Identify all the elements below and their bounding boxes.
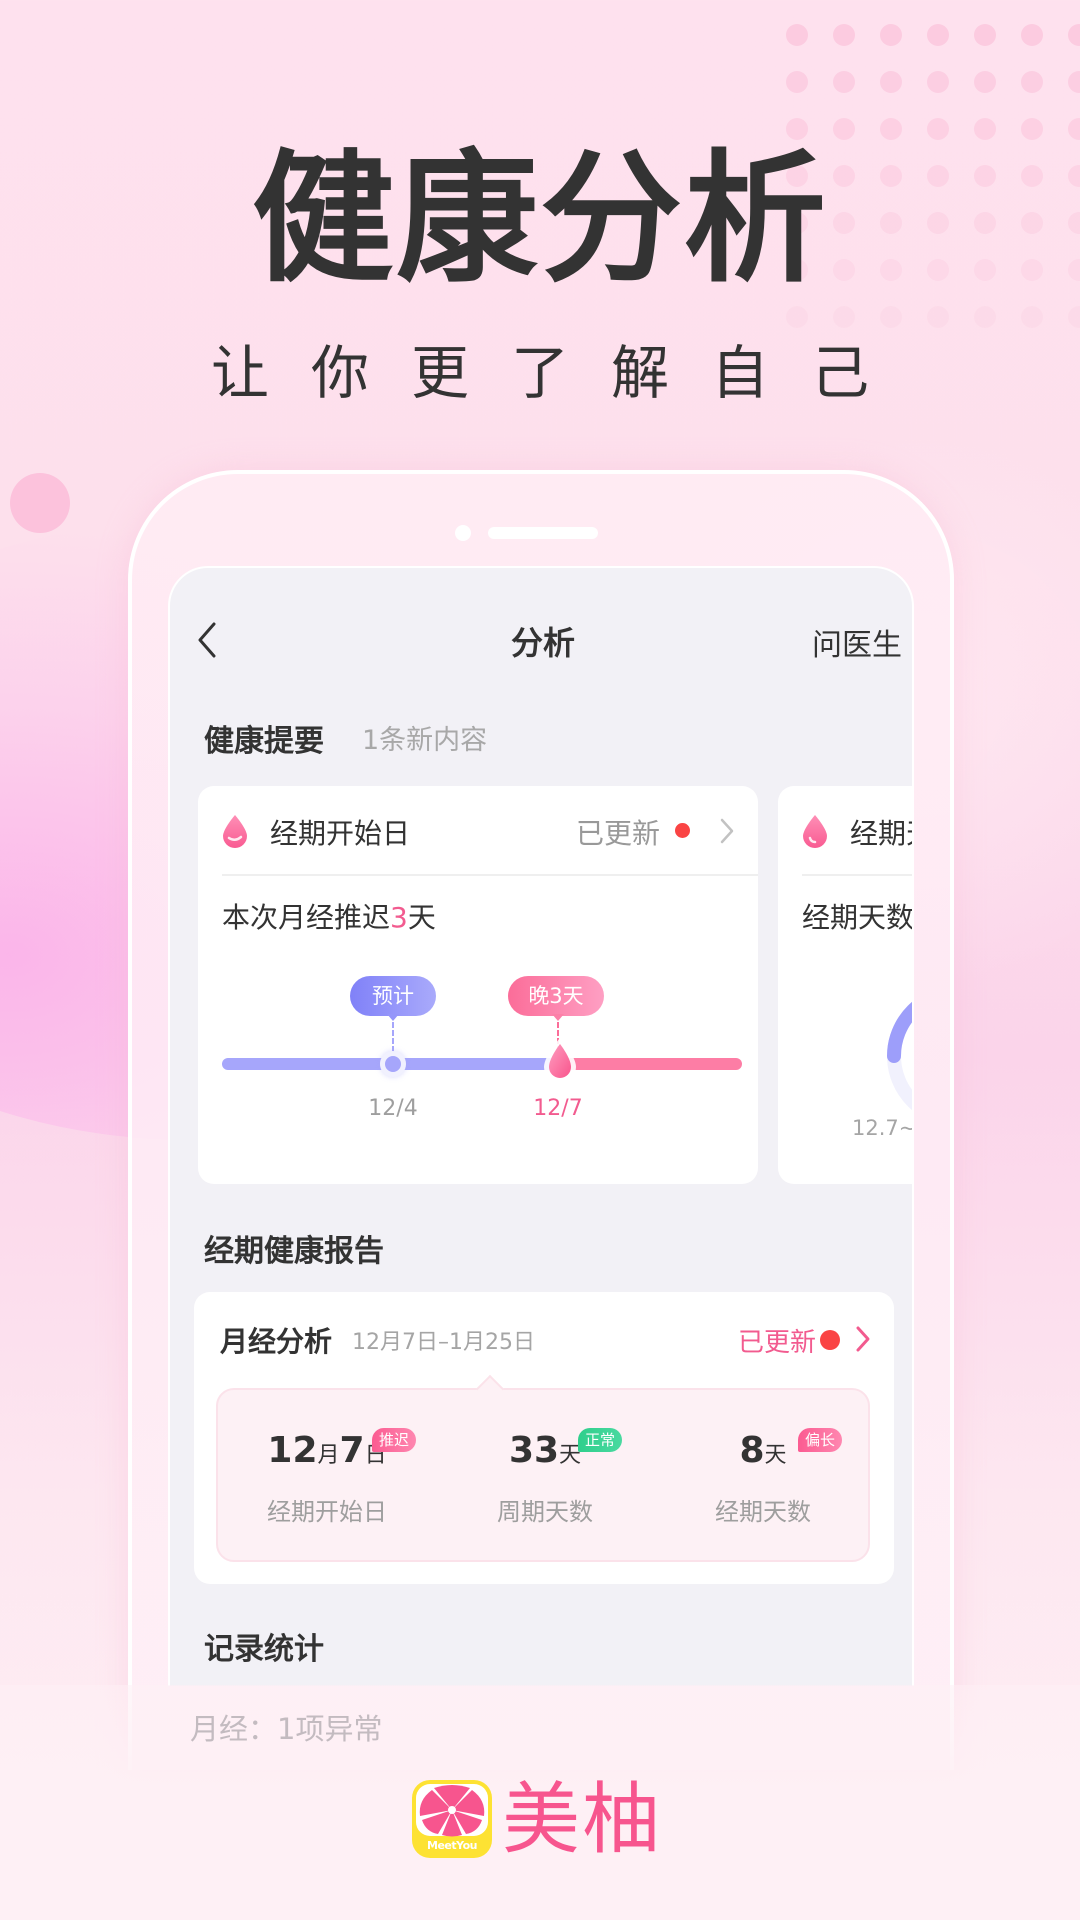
card-title: 经期天数 bbox=[850, 817, 912, 850]
decorative-dot bbox=[833, 24, 855, 46]
card-header[interactable]: 经期开始日 已更新 bbox=[198, 786, 758, 874]
status-badge: 推迟 bbox=[372, 1428, 417, 1452]
stat-label: 经期开始日 bbox=[267, 1498, 387, 1526]
stat-period-days: 8天 偏长 经期天数 bbox=[654, 1390, 872, 1564]
delay-message: 本次月经推迟3天 bbox=[222, 896, 436, 936]
hero-title: 健康分析 bbox=[252, 137, 828, 302]
decorative-dot bbox=[1068, 306, 1080, 328]
app-screen: 分析 问医生 健康提要 1条新内容 经期开始日 已更新 本次月经推迟3天 预计 bbox=[168, 566, 914, 1686]
menstrual-analysis-card[interactable]: 月经分析 12月7日–1月25日 已更新 12月7日 推迟 经期开始日 33天 … bbox=[194, 1292, 894, 1584]
period-timeline: 预计 12/4 晚3天 12/7 bbox=[222, 976, 742, 1126]
stat-period-start: 12月7日 推迟 经期开始日 bbox=[218, 1390, 436, 1564]
card-title: 月经分析 bbox=[220, 1325, 333, 1358]
ask-doctor-button[interactable]: 问医生 bbox=[812, 620, 902, 664]
divider bbox=[222, 874, 758, 876]
decorative-dot bbox=[880, 118, 902, 140]
stat-unit: 月 bbox=[317, 1443, 340, 1468]
records-peek-text: 月经：1项异常 bbox=[190, 1712, 383, 1746]
stat-number: 7 bbox=[339, 1430, 365, 1471]
period-start-card[interactable]: 经期开始日 已更新 本次月经推迟3天 预计 12/4 晚3天 12/7 bbox=[198, 786, 758, 1184]
decorative-dot bbox=[1068, 24, 1080, 46]
decorative-dot bbox=[927, 118, 949, 140]
phone-speaker bbox=[488, 527, 598, 539]
decorative-dot bbox=[833, 306, 855, 328]
stat-label: 经期天数 bbox=[715, 1498, 811, 1526]
records-section-title: 记录统计 bbox=[204, 1632, 324, 1667]
message-prefix: 本次月经推迟 bbox=[222, 901, 391, 934]
date-range: 12月7日–1月25日 bbox=[352, 1330, 535, 1355]
period-days-ring bbox=[887, 1001, 912, 1111]
decorative-dot bbox=[833, 71, 855, 93]
delay-days: 3 bbox=[390, 901, 408, 934]
health-summary-title: 健康提要 bbox=[204, 724, 324, 759]
blood-drop-icon bbox=[223, 815, 247, 848]
hero-subtitle: 让你更了解自己 bbox=[210, 339, 911, 407]
updated-status: 已更新 bbox=[575, 817, 660, 850]
expected-date: 12/4 bbox=[368, 1096, 418, 1121]
actual-bubble: 晚3天 bbox=[508, 976, 604, 1016]
decorative-dot bbox=[786, 71, 808, 93]
brand-logo: MeetYou bbox=[412, 1780, 492, 1858]
new-indicator-dot bbox=[820, 1330, 840, 1350]
stats-panel: 12月7日 推迟 经期开始日 33天 正常 周期天数 8天 偏长 经期天数 bbox=[216, 1374, 872, 1564]
decorative-dot bbox=[974, 24, 996, 46]
expected-bubble: 预计 bbox=[350, 976, 436, 1016]
decorative-circle bbox=[10, 473, 70, 533]
phone-camera bbox=[455, 525, 471, 541]
brand-logo-text: MeetYou bbox=[427, 1839, 477, 1852]
actual-bubble-tail bbox=[552, 1014, 564, 1021]
actual-date: 12/7 bbox=[533, 1096, 583, 1121]
decorative-dot bbox=[1068, 71, 1080, 93]
blood-drop-icon bbox=[803, 815, 827, 848]
card-title: 经期开始日 bbox=[270, 817, 411, 850]
decorative-dot bbox=[927, 71, 949, 93]
page-title: 分析 bbox=[510, 624, 575, 662]
expected-dash-line bbox=[392, 1022, 394, 1052]
decorative-dot bbox=[927, 306, 949, 328]
expected-node bbox=[380, 1051, 406, 1077]
report-section-title: 经期健康报告 bbox=[204, 1234, 384, 1269]
expected-bubble-tail bbox=[387, 1014, 399, 1021]
decorative-dot bbox=[786, 24, 808, 46]
stat-number: 8 bbox=[739, 1430, 765, 1471]
divider bbox=[802, 874, 912, 876]
decorative-dot bbox=[1068, 118, 1080, 140]
status-badge: 偏长 bbox=[798, 1428, 843, 1452]
period-days-message: 经期天数 bbox=[802, 901, 914, 934]
chevron-right-icon[interactable] bbox=[854, 1324, 872, 1354]
brand-name: 美柚 bbox=[502, 1775, 663, 1865]
decorative-dot bbox=[927, 24, 949, 46]
decorative-dot bbox=[786, 306, 808, 328]
updated-status: 已更新 bbox=[737, 1328, 816, 1358]
decorative-dot bbox=[880, 306, 902, 328]
stat-cycle-days: 33天 正常 周期天数 bbox=[436, 1390, 654, 1564]
decorative-dot bbox=[974, 118, 996, 140]
chevron-right-icon[interactable] bbox=[718, 816, 736, 846]
period-days-card[interactable]: 经期天数 经期天数 12.7~ bbox=[778, 786, 914, 1184]
stat-label: 周期天数 bbox=[497, 1498, 593, 1526]
new-indicator-dot bbox=[675, 823, 690, 838]
decorative-dot bbox=[1021, 24, 1043, 46]
decorative-dot bbox=[1021, 71, 1043, 93]
blood-drop-marker-icon bbox=[544, 1038, 576, 1083]
brand-lockup: MeetYou 美柚 bbox=[412, 1775, 712, 1865]
stat-number: 12 bbox=[267, 1430, 318, 1471]
decorative-dot bbox=[833, 118, 855, 140]
period-range-label: 12.7~ bbox=[852, 1116, 914, 1140]
decorative-dot bbox=[1021, 306, 1043, 328]
health-summary-subtitle: 1条新内容 bbox=[362, 725, 488, 756]
decorative-dot bbox=[974, 71, 996, 93]
status-badge: 正常 bbox=[578, 1428, 623, 1452]
stat-number: 33 bbox=[508, 1430, 560, 1471]
nav-bar: 分析 问医生 bbox=[170, 568, 912, 708]
stat-unit: 天 bbox=[764, 1443, 787, 1468]
decorative-dot bbox=[880, 24, 902, 46]
decorative-dot bbox=[974, 306, 996, 328]
decorative-dot bbox=[880, 71, 902, 93]
decorative-dot bbox=[1021, 118, 1043, 140]
message-suffix: 天 bbox=[407, 901, 436, 934]
